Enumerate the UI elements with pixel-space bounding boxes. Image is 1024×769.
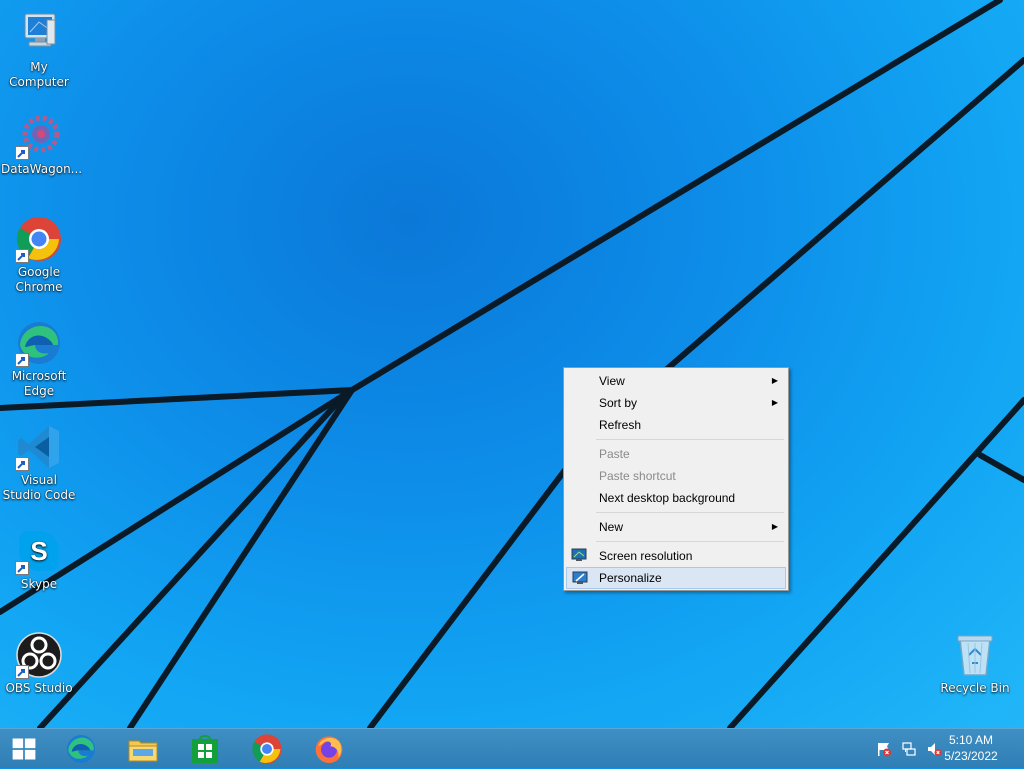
desktop-icon-label: DataWagon... [1, 162, 83, 176]
skype-icon[interactable]: S Skype [1, 527, 77, 592]
taskbar-clock[interactable]: 5:10 AM 5/23/2022 [936, 732, 1006, 764]
menu-item-label: Refresh [599, 418, 642, 432]
desktop[interactable]: My Computer DataWagon... Google Chrome M… [0, 0, 1024, 728]
taskbar-store-button[interactable] [177, 729, 233, 769]
clock-time: 5:10 AM [948, 733, 994, 747]
shortcut-arrow-icon [15, 353, 29, 367]
taskbar-chrome-button[interactable] [239, 729, 295, 769]
submenu-arrow-icon: ▶ [771, 376, 778, 385]
chrome-icon [252, 734, 282, 764]
datawagon-gear-icon [15, 112, 63, 160]
personalize-icon [572, 571, 588, 584]
microsoft-edge-icon[interactable]: Microsoft Edge [1, 319, 77, 399]
start-icon [12, 738, 36, 760]
menu-item-label: Next desktop background [599, 491, 736, 505]
menu-item-view[interactable]: View ▶ [566, 370, 786, 392]
recycle-bin-bin-icon [951, 631, 999, 679]
desktop-icon-label: Microsoft Edge [11, 369, 67, 398]
menu-item-label: Personalize [599, 571, 662, 585]
taskbar-file-explorer-button[interactable] [115, 729, 171, 769]
edge-icon [15, 319, 63, 367]
taskbar: 5:10 AM 5/23/2022 [0, 728, 1024, 768]
network-icon[interactable] [901, 741, 917, 757]
menu-separator [596, 512, 784, 513]
shortcut-arrow-icon [15, 457, 29, 471]
clock-date: 5/23/2022 [944, 749, 998, 763]
menu-item-screen-resolution[interactable]: Screen resolution [566, 545, 786, 567]
obs-logo-icon [15, 631, 63, 679]
desktop-icon-label: Recycle Bin [940, 681, 1010, 695]
obs-studio-icon[interactable]: OBS Studio [1, 631, 77, 696]
system-tray: 5:10 AM 5/23/2022 [864, 729, 1024, 769]
shortcut-arrow-icon [15, 665, 29, 679]
menu-item-refresh[interactable]: Refresh [566, 414, 786, 436]
submenu-arrow-icon: ▶ [771, 398, 778, 407]
menu-item-paste: Paste [566, 443, 786, 465]
taskbar-firefox-button[interactable] [301, 729, 357, 769]
menu-item-personalize[interactable]: Personalize [566, 567, 786, 589]
menu-item-label: Paste shortcut [599, 469, 676, 483]
start-button[interactable] [0, 729, 52, 769]
menu-item-label: Screen resolution [599, 549, 693, 563]
recycle-bin-icon[interactable]: Recycle Bin [937, 631, 1013, 696]
menu-item-label: Sort by [599, 396, 638, 410]
skype-logo-icon: S [15, 527, 63, 575]
desktop-icon-label: OBS Studio [5, 681, 73, 695]
shortcut-arrow-icon [15, 249, 29, 263]
monitor-icon [571, 548, 587, 561]
google-chrome-icon[interactable]: Google Chrome [1, 215, 77, 295]
chrome-icon [15, 215, 63, 263]
shortcut-arrow-icon [15, 561, 29, 575]
datawagon-icon[interactable]: DataWagon... [1, 112, 83, 177]
visual-studio-code-icon [15, 423, 63, 471]
taskbar-edge-button[interactable] [53, 729, 109, 769]
file-explorer-icon [128, 740, 158, 762]
action-center-flag-icon[interactable] [876, 741, 892, 757]
svg-text:S: S [30, 536, 47, 566]
desktop-icon-label: Visual Studio Code [2, 473, 76, 502]
vscode-icon[interactable]: Visual Studio Code [1, 423, 77, 503]
submenu-arrow-icon: ▶ [771, 522, 778, 531]
desktop-icon-label: Skype [20, 577, 58, 591]
menu-separator [596, 541, 784, 542]
desktop-context-menu: View ▶ Sort by ▶ Refresh Paste Paste sho… [563, 367, 789, 591]
menu-item-label: View [599, 374, 625, 388]
menu-separator [596, 439, 784, 440]
menu-item-new[interactable]: New ▶ [566, 516, 786, 538]
computer-icon [15, 10, 63, 58]
desktop-icon-label: My Computer [9, 60, 69, 89]
my-computer-icon[interactable]: My Computer [1, 10, 77, 90]
store-icon [192, 735, 218, 763]
menu-item-paste-shortcut: Paste shortcut [566, 465, 786, 487]
edge-icon [67, 735, 95, 763]
menu-item-label: New [599, 520, 624, 534]
desktop-icon-label: Google Chrome [15, 265, 63, 294]
menu-item-sort-by[interactable]: Sort by ▶ [566, 392, 786, 414]
menu-item-label: Paste [599, 447, 630, 461]
shortcut-arrow-icon [15, 146, 29, 160]
menu-item-next-desktop-background[interactable]: Next desktop background [566, 487, 786, 509]
firefox-icon [315, 736, 343, 763]
wallpaper-lines [0, 0, 1024, 728]
